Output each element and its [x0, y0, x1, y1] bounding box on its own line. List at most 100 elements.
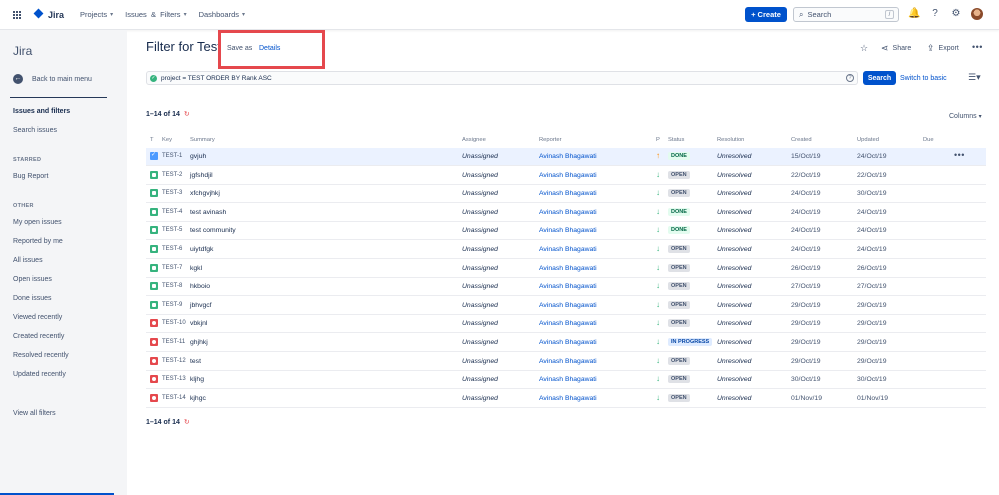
issue-summary-link[interactable]: vbkjnl — [190, 320, 207, 327]
switch-to-basic-link[interactable]: Switch to basic — [900, 75, 947, 82]
star-filter-button[interactable]: ☆ — [860, 43, 872, 54]
sidebar-item-done-issues[interactable]: Done issues — [13, 295, 52, 302]
row-more-options-icon[interactable]: ••• — [954, 150, 965, 160]
sidebar-item-open-issues[interactable]: Open issues — [13, 276, 52, 283]
jql-query-input[interactable]: ✓ project = TEST ORDER BY Rank ASC ? — [146, 71, 858, 85]
table-row[interactable]: TEST-2 jgfshdjil Unassigned Avinash Bhagawa… — [146, 167, 986, 185]
issue-key-link[interactable]: TEST-3 — [162, 190, 182, 196]
issue-key-link[interactable]: TEST-9 — [162, 302, 182, 308]
issue-summary-link[interactable]: ghjhkj — [190, 339, 208, 346]
create-button[interactable]: + Create — [745, 7, 787, 22]
col-created[interactable]: Created — [791, 137, 812, 143]
table-row[interactable]: TEST-4 test avinash Unassigned Avinash Bhag… — [146, 204, 986, 222]
table-row[interactable]: TEST-5 test community Unassigned Avinash Bh… — [146, 222, 986, 241]
list-view-icon[interactable]: ☰▾ — [968, 72, 981, 83]
table-row[interactable]: TEST-1 gvjuh Unassigned Avinash Bhagawati ↑ D… — [146, 148, 986, 166]
table-row[interactable]: TEST-6 uiytdfgk Unassigned Avinash Bhagawat… — [146, 241, 986, 259]
issue-summary-link[interactable]: kljhg — [190, 376, 204, 383]
global-search-input[interactable]: ⌕ Search / — [793, 7, 899, 22]
columns-dropdown[interactable]: Columns ▾ — [949, 113, 982, 120]
issue-summary-link[interactable]: gvjuh — [190, 153, 206, 160]
issue-summary-link[interactable]: uiytdfgk — [190, 246, 213, 253]
back-to-main-menu[interactable]: ← Back to main menu — [13, 74, 92, 84]
issue-reporter-link[interactable]: Avinash Bhagawati — [539, 376, 597, 383]
issue-key-link[interactable]: TEST-1 — [162, 153, 182, 159]
refresh-icon[interactable]: ↻ — [184, 110, 190, 118]
sidebar-item-updated-recently[interactable]: Updated recently — [13, 371, 66, 378]
table-row[interactable]: TEST-7 kgkl Unassigned Avinash Bhagawati ↓ OP… — [146, 260, 986, 278]
sidebar-item-created-recently[interactable]: Created recently — [13, 333, 64, 340]
help-icon[interactable]: ? — [846, 74, 854, 82]
issue-summary-link[interactable]: kgkl — [190, 265, 202, 272]
sidebar-section-title[interactable]: Issues and filters — [13, 108, 70, 115]
table-row[interactable]: TEST-13 kljhg Unassigned Avinash Bhagawati ↓… — [146, 371, 986, 390]
sidebar-item-bug-report[interactable]: Bug Report — [13, 173, 48, 180]
details-link[interactable]: Details — [259, 45, 280, 52]
issue-reporter-link[interactable]: Avinash Bhagawati — [539, 209, 597, 216]
issue-summary-link[interactable]: jgfshdjil — [190, 172, 213, 179]
notifications-bell-icon[interactable]: 🔔 — [908, 8, 920, 20]
issue-reporter-link[interactable]: Avinash Bhagawati — [539, 227, 597, 234]
table-row[interactable]: TEST-3 xfchgvjhkj Unassigned Avinash Bhagaw… — [146, 185, 986, 204]
col-key[interactable]: Key — [162, 137, 172, 143]
issue-key-link[interactable]: TEST-11 — [162, 339, 185, 345]
user-avatar[interactable] — [971, 8, 983, 20]
issue-reporter-link[interactable]: Avinash Bhagawati — [539, 302, 597, 309]
table-row[interactable]: TEST-12 test Unassigned Avinash Bhagawati ↓ O… — [146, 353, 986, 371]
issue-key-link[interactable]: TEST-8 — [162, 283, 182, 289]
col-resolution[interactable]: Resolution — [717, 137, 744, 143]
sidebar-item-viewed-recently[interactable]: Viewed recently — [13, 314, 62, 321]
more-options-icon[interactable]: ••• — [972, 42, 983, 52]
sidebar-item-resolved-recently[interactable]: Resolved recently — [13, 352, 69, 359]
issue-summary-link[interactable]: test community — [190, 227, 236, 234]
issue-key-link[interactable]: TEST-13 — [162, 376, 186, 382]
share-button[interactable]: ⋖ Share — [881, 43, 911, 54]
col-type[interactable]: T — [150, 137, 154, 143]
issue-summary-link[interactable]: test avinash — [190, 209, 226, 216]
issue-reporter-link[interactable]: Avinash Bhagawati — [539, 339, 597, 346]
issue-key-link[interactable]: TEST-5 — [162, 227, 182, 233]
issue-reporter-link[interactable]: Avinash Bhagawati — [539, 395, 597, 402]
issue-key-link[interactable]: TEST-7 — [162, 265, 182, 271]
sidebar-item-search-issues[interactable]: Search issues — [13, 127, 57, 134]
issue-reporter-link[interactable]: Avinash Bhagawati — [539, 190, 597, 197]
table-row[interactable]: TEST-14 kjhgc Unassigned Avinash Bhagawati ↓… — [146, 390, 986, 408]
issue-reporter-link[interactable]: Avinash Bhagawati — [539, 246, 597, 253]
col-assignee[interactable]: Assignee — [462, 137, 486, 143]
issue-key-link[interactable]: TEST-14 — [162, 395, 186, 401]
nav-projects[interactable]: Projects ▾ — [80, 10, 113, 19]
nav-dashboards[interactable]: Dashboards ▾ — [199, 10, 245, 19]
col-reporter[interactable]: Reporter — [539, 137, 562, 143]
col-status[interactable]: Status — [668, 137, 684, 143]
table-row[interactable]: TEST-10 vbkjnl Unassigned Avinash Bhagawati… — [146, 315, 986, 334]
issue-reporter-link[interactable]: Avinash Bhagawati — [539, 283, 597, 290]
col-priority[interactable]: P — [656, 137, 660, 143]
table-row[interactable]: TEST-11 ghjhkj Unassigned Avinash Bhagawati… — [146, 334, 986, 352]
issue-reporter-link[interactable]: Avinash Bhagawati — [539, 265, 597, 272]
settings-gear-icon[interactable]: ⚙ — [950, 8, 962, 20]
app-switcher-icon[interactable] — [13, 10, 21, 19]
issue-summary-link[interactable]: xfchgvjhkj — [190, 190, 220, 197]
table-row[interactable]: TEST-8 hkboio Unassigned Avinash Bhagawati ↓… — [146, 278, 986, 297]
col-updated[interactable]: Updated — [857, 137, 879, 143]
save-as-button[interactable]: Save as — [227, 45, 252, 52]
nav-issues-filters[interactable]: Issues & Filters ▾ — [125, 10, 186, 19]
issue-reporter-link[interactable]: Avinash Bhagawati — [539, 172, 597, 179]
refresh-icon[interactable]: ↻ — [184, 418, 190, 426]
sidebar-item-all-issues[interactable]: All issues — [13, 257, 43, 264]
col-due[interactable]: Due — [923, 137, 934, 143]
issue-summary-link[interactable]: jbhvgcf — [190, 302, 212, 309]
col-summary[interactable]: Summary — [190, 137, 215, 143]
issue-key-link[interactable]: TEST-6 — [162, 246, 182, 252]
issue-reporter-link[interactable]: Avinash Bhagawati — [539, 320, 597, 327]
issue-summary-link[interactable]: test — [190, 358, 201, 365]
issue-key-link[interactable]: TEST-10 — [162, 320, 186, 326]
issue-key-link[interactable]: TEST-12 — [162, 358, 186, 364]
issue-key-link[interactable]: TEST-2 — [162, 172, 182, 178]
export-button[interactable]: ⇪ Export — [927, 43, 959, 54]
sidebar-item-reported-by-me[interactable]: Reported by me — [13, 238, 63, 245]
sidebar-item-my-open-issues[interactable]: My open issues — [13, 219, 62, 226]
search-button[interactable]: Search — [863, 71, 896, 85]
jira-logo[interactable]: Jira — [35, 10, 64, 20]
issue-reporter-link[interactable]: Avinash Bhagawati — [539, 153, 597, 160]
